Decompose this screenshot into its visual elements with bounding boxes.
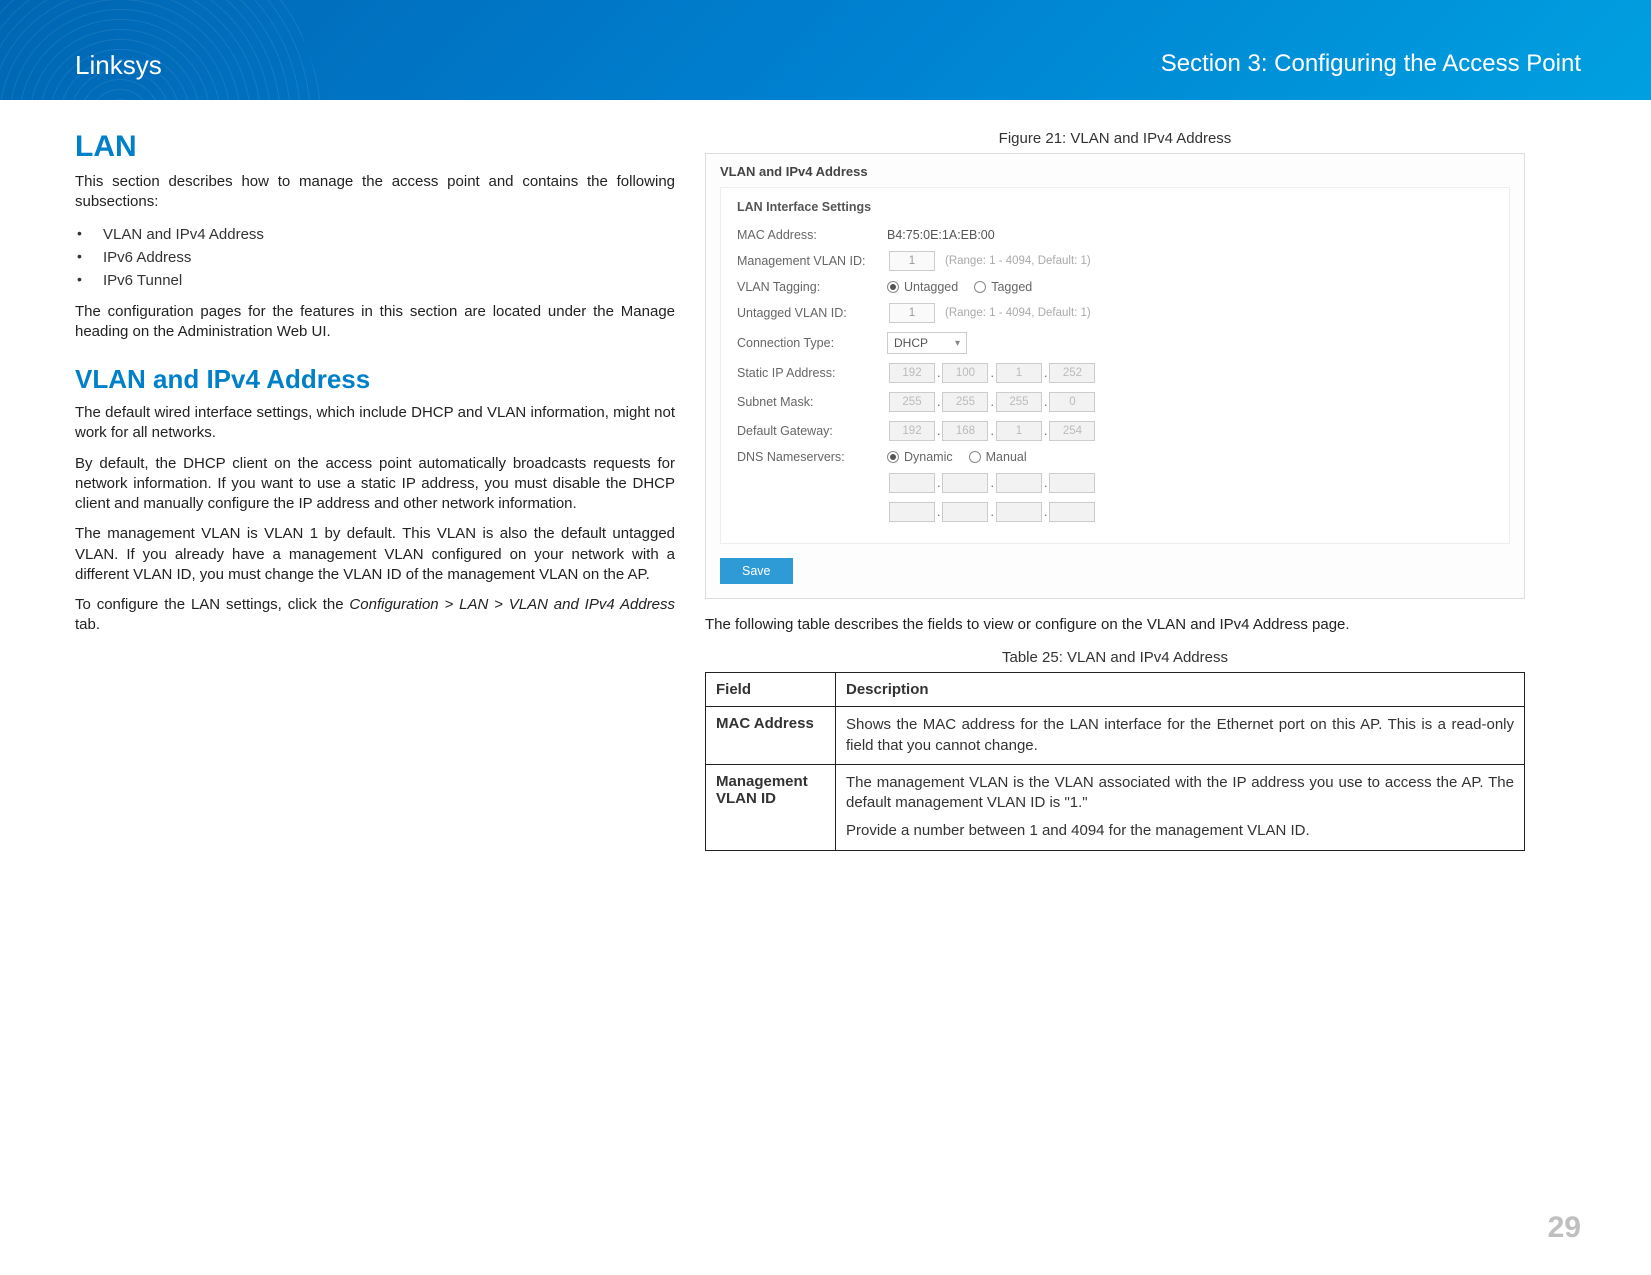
desc-text: The management VLAN is the VLAN associat…	[846, 773, 1514, 814]
dns-octet	[1049, 473, 1095, 493]
cell-description: The management VLAN is the VLAN associat…	[836, 764, 1525, 850]
heading-vlan-ipv4: VLAN and IPv4 Address	[75, 364, 675, 395]
ip-octet: 1	[996, 363, 1042, 383]
paragraph: The default wired interface settings, wh…	[75, 403, 675, 444]
desc-text: Provide a number between 1 and 4094 for …	[846, 821, 1514, 841]
dns-octet	[942, 473, 988, 493]
value-mac: B4:75:0E:1A:EB:00	[887, 228, 995, 242]
row-subnet-mask: Subnet Mask: 255. 255. 255. 0	[737, 392, 1493, 412]
th-field: Field	[706, 673, 836, 707]
select-connection-type[interactable]: DHCP	[887, 332, 967, 354]
label-connection-type: Connection Type:	[737, 336, 887, 350]
figure-screenshot: VLAN and IPv4 Address LAN Interface Sett…	[705, 153, 1525, 599]
brand-label: Linksys	[75, 50, 162, 81]
dns-octet	[889, 502, 935, 522]
cell-field: Management VLAN ID	[706, 764, 836, 850]
gw-octet: 192	[889, 421, 935, 441]
radio-label: Untagged	[904, 280, 958, 294]
intro-paragraph: This section describes how to manage the…	[75, 172, 675, 213]
text-fragment: To configure the LAN settings, click the	[75, 596, 349, 613]
nav-path-italic: Configuration > LAN > VLAN and IPv4 Addr…	[349, 596, 675, 613]
table-caption: Table 25: VLAN and IPv4 Address	[705, 649, 1525, 666]
row-connection-type: Connection Type: DHCP	[737, 332, 1493, 354]
label-vlan-tagging: VLAN Tagging:	[737, 280, 887, 294]
radio-untagged[interactable]: Untagged	[887, 280, 958, 294]
cell-field: MAC Address	[706, 707, 836, 765]
figure-title: VLAN and IPv4 Address	[720, 164, 1510, 179]
dns-octet	[996, 473, 1042, 493]
radio-dns-manual[interactable]: Manual	[969, 450, 1027, 464]
row-dns-entry-2: . . .	[737, 502, 1493, 522]
bullet-item: VLAN and IPv4 Address	[75, 223, 675, 246]
row-dns-entry-1: . . .	[737, 473, 1493, 493]
config-location-paragraph: The configuration pages for the features…	[75, 302, 675, 343]
text-fragment: tab.	[75, 616, 100, 633]
table-row: MAC Address Shows the MAC address for th…	[706, 707, 1525, 765]
content-area: LAN This section describes how to manage…	[0, 100, 1651, 851]
hint-range: (Range: 1 - 4094, Default: 1)	[945, 255, 1091, 267]
radio-label: Tagged	[991, 280, 1032, 294]
input-untagged-vlan[interactable]: 1	[889, 303, 935, 323]
table-row: Management VLAN ID The management VLAN i…	[706, 764, 1525, 850]
hint-range: (Range: 1 - 4094, Default: 1)	[945, 307, 1091, 319]
gw-octet: 254	[1049, 421, 1095, 441]
panel-title: LAN Interface Settings	[737, 200, 1493, 214]
row-default-gateway: Default Gateway: 192. 168. 1. 254	[737, 421, 1493, 441]
input-mgmt-vlan[interactable]: 1	[889, 251, 935, 271]
label-mgmt-vlan: Management VLAN ID:	[737, 254, 887, 268]
label-untagged-vlan: Untagged VLAN ID:	[737, 306, 887, 320]
figure-caption: Figure 21: VLAN and IPv4 Address	[705, 130, 1525, 147]
radio-tagged[interactable]: Tagged	[974, 280, 1032, 294]
save-button[interactable]: Save	[720, 558, 793, 584]
cell-description: Shows the MAC address for the LAN interf…	[836, 707, 1525, 765]
label-subnet-mask: Subnet Mask:	[737, 395, 887, 409]
bullet-item: IPv6 Address	[75, 246, 675, 269]
label-default-gateway: Default Gateway:	[737, 424, 887, 438]
paragraph: The management VLAN is VLAN 1 by default…	[75, 524, 675, 585]
right-column: Figure 21: VLAN and IPv4 Address VLAN an…	[705, 130, 1525, 851]
paragraph-nav-path: To configure the LAN settings, click the…	[75, 595, 675, 636]
dns-octet	[996, 502, 1042, 522]
label-static-ip: Static IP Address:	[737, 366, 887, 380]
row-static-ip: Static IP Address: 192. 100. 1. 252	[737, 363, 1493, 383]
label-mac: MAC Address:	[737, 228, 887, 242]
radio-dns-dynamic[interactable]: Dynamic	[887, 450, 953, 464]
left-column: LAN This section describes how to manage…	[75, 130, 675, 851]
radio-label: Dynamic	[904, 450, 953, 464]
label-dns: DNS Nameservers:	[737, 450, 887, 464]
table-intro-paragraph: The following table describes the fields…	[705, 615, 1525, 635]
mask-octet: 255	[942, 392, 988, 412]
row-dns-nameservers: DNS Nameservers: Dynamic Manual	[737, 450, 1493, 464]
gw-octet: 168	[942, 421, 988, 441]
gw-octet: 1	[996, 421, 1042, 441]
dns-octet	[942, 502, 988, 522]
dns-octet	[889, 473, 935, 493]
page-header: Linksys Section 3: Configuring the Acces…	[0, 0, 1651, 100]
section-label: Section 3: Configuring the Access Point	[1161, 50, 1581, 78]
ip-octet: 192	[889, 363, 935, 383]
lan-interface-panel: LAN Interface Settings MAC Address: B4:7…	[720, 187, 1510, 544]
mask-octet: 255	[996, 392, 1042, 412]
mask-octet: 255	[889, 392, 935, 412]
page-number: 29	[1548, 1211, 1581, 1245]
mask-octet: 0	[1049, 392, 1095, 412]
th-description: Description	[836, 673, 1525, 707]
heading-lan: LAN	[75, 130, 675, 164]
row-vlan-tagging: VLAN Tagging: Untagged Tagged	[737, 280, 1493, 294]
bullet-item: IPv6 Tunnel	[75, 269, 675, 292]
row-management-vlan: Management VLAN ID: 1 (Range: 1 - 4094, …	[737, 251, 1493, 271]
radio-label: Manual	[986, 450, 1027, 464]
subsection-list: VLAN and IPv4 Address IPv6 Address IPv6 …	[75, 223, 675, 292]
desc-text: Shows the MAC address for the LAN interf…	[846, 715, 1514, 756]
row-mac-address: MAC Address: B4:75:0E:1A:EB:00	[737, 228, 1493, 242]
ip-octet: 100	[942, 363, 988, 383]
ip-octet: 252	[1049, 363, 1095, 383]
row-untagged-vlan: Untagged VLAN ID: 1 (Range: 1 - 4094, De…	[737, 303, 1493, 323]
dns-octet	[1049, 502, 1095, 522]
field-description-table: Field Description MAC Address Shows the …	[705, 672, 1525, 850]
paragraph: By default, the DHCP client on the acces…	[75, 454, 675, 515]
